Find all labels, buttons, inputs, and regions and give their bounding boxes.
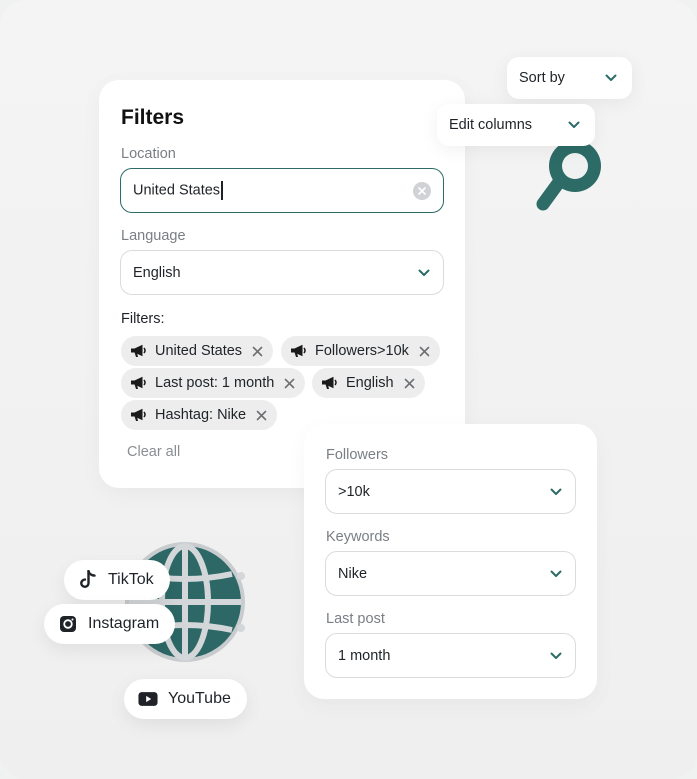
platform-pill-instagram[interactable]: Instagram	[44, 604, 176, 644]
close-icon[interactable]	[404, 378, 415, 389]
tiktok-icon	[78, 570, 98, 590]
language-select[interactable]: English	[120, 250, 444, 295]
location-field[interactable]: United States	[120, 168, 444, 213]
location-value: United States	[133, 182, 221, 199]
chip-label: United States	[155, 343, 243, 359]
followers-value: >10k	[338, 483, 370, 500]
language-label: Language	[121, 228, 186, 244]
platform-pill-youtube[interactable]: YouTube	[124, 679, 247, 719]
chip-label: English	[346, 375, 394, 391]
last-post-label: Last post	[326, 611, 385, 627]
filter-chip[interactable]: Hashtag: Nike	[121, 400, 278, 430]
keywords-value: Nike	[338, 565, 368, 582]
clear-all-link[interactable]: Clear all	[127, 444, 180, 460]
megaphone-icon	[321, 376, 338, 390]
chip-label: Hashtag: Nike	[155, 407, 247, 423]
instagram-icon	[58, 614, 78, 634]
platform-pill-tiktok[interactable]: TikTok	[64, 560, 170, 600]
megaphone-icon	[130, 376, 147, 390]
filter-chip[interactable]: Followers>10k	[281, 336, 440, 366]
language-value: English	[133, 264, 181, 281]
extra-filters-panel: Followers >10k Keywords Nike Last post 1…	[304, 424, 597, 699]
sort-by-label: Sort by	[519, 70, 565, 86]
filter-chip[interactable]: Last post: 1 month	[121, 368, 306, 398]
active-filters-label: Filters:	[121, 311, 165, 327]
close-icon[interactable]	[252, 346, 263, 357]
last-post-select[interactable]: 1 month	[325, 633, 576, 678]
youtube-icon	[138, 689, 158, 709]
filter-chip[interactable]: United States	[121, 336, 274, 366]
filter-chip[interactable]: English	[312, 368, 425, 398]
platform-label: TikTok	[108, 571, 154, 588]
edit-columns-label: Edit columns	[449, 117, 533, 133]
panel-title: Filters	[121, 106, 185, 129]
sort-by-dropdown[interactable]: Sort by	[507, 57, 632, 99]
megaphone-icon	[290, 344, 307, 358]
close-icon[interactable]	[284, 378, 295, 389]
megaphone-icon	[130, 344, 147, 358]
chip-label: Followers>10k	[315, 343, 409, 359]
close-icon[interactable]	[256, 410, 267, 421]
chevron-down-icon	[567, 118, 581, 132]
chevron-down-icon	[549, 567, 563, 581]
clear-icon[interactable]	[413, 181, 431, 200]
platform-label: Instagram	[88, 615, 160, 632]
location-label: Location	[121, 146, 176, 162]
close-icon[interactable]	[419, 346, 430, 357]
chevron-down-icon	[549, 485, 563, 499]
chip-label: Last post: 1 month	[155, 375, 275, 391]
followers-label: Followers	[326, 447, 389, 463]
megaphone-icon	[130, 408, 147, 422]
keywords-label: Keywords	[326, 529, 390, 545]
edit-columns-dropdown[interactable]: Edit columns	[437, 104, 595, 146]
text-caret	[221, 181, 223, 200]
chevron-down-icon	[549, 649, 563, 663]
chevron-down-icon	[604, 71, 618, 85]
chevron-down-icon	[417, 266, 431, 280]
globe-icon	[125, 542, 245, 662]
last-post-value: 1 month	[338, 647, 391, 664]
keywords-select[interactable]: Nike	[325, 551, 576, 596]
platform-label: YouTube	[168, 690, 231, 707]
followers-select[interactable]: >10k	[325, 469, 576, 514]
